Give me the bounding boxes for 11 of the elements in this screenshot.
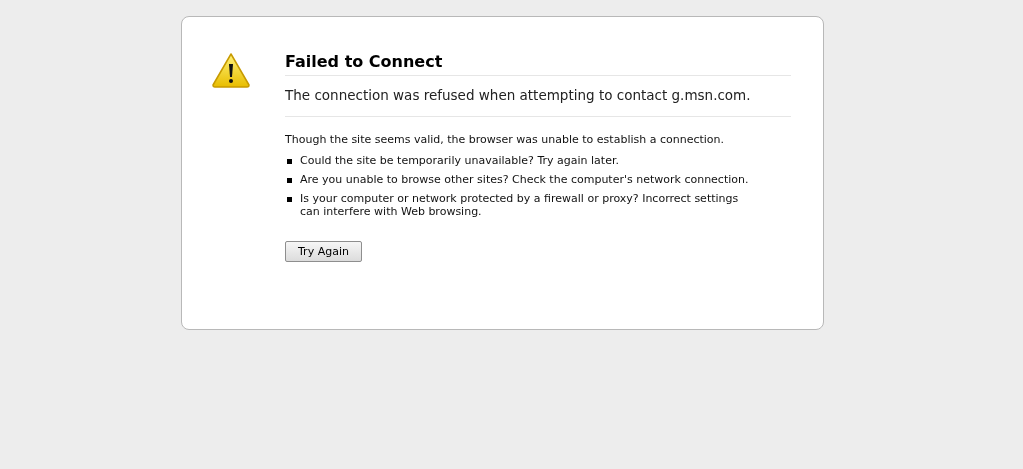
suggestion-text: Are you unable to browse other sites? Check the computer's network connection. xyxy=(300,173,749,186)
try-again-button[interactable]: Try Again xyxy=(285,241,362,262)
warning-icon xyxy=(211,52,251,88)
error-message: The connection was refused when attempting to contact g.msn.com. xyxy=(285,76,791,117)
bullet-icon xyxy=(287,178,292,183)
error-explanation: Though the site seems valid, the browser was unable to establish a connection. xyxy=(285,133,726,146)
suggestion-text: Is your computer or network protected by a firewall or proxy? Incorrect settings can interfere with Web browsing. xyxy=(300,192,740,218)
bullet-icon xyxy=(287,159,292,164)
error-title: Failed to Connect xyxy=(285,52,791,76)
suggestion-text: Could the site be temporarily unavailable? Try again later. xyxy=(300,154,619,167)
bullet-icon xyxy=(287,197,292,202)
